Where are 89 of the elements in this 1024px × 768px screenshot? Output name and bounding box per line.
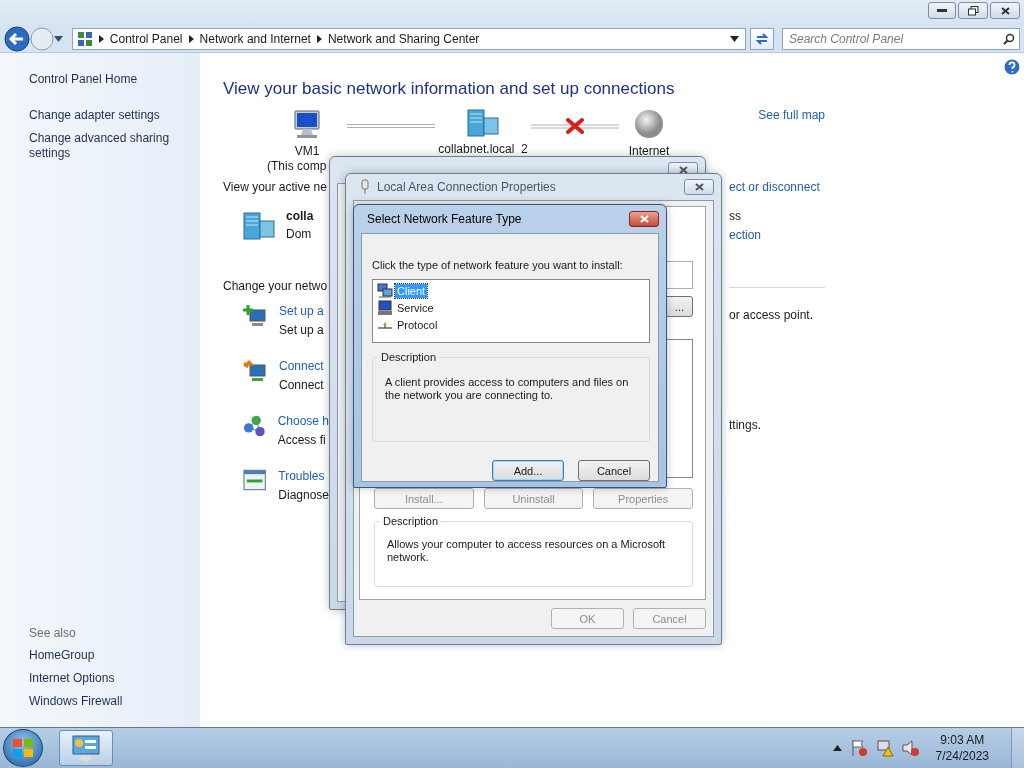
sidebar-link[interactable]: Change adapter settings	[29, 108, 180, 123]
network-node-label: VM1	[294, 144, 320, 159]
taskbar-app-button[interactable]	[59, 730, 113, 766]
dialog-button[interactable]: Cancel	[578, 460, 650, 481]
chevron-icon	[188, 35, 194, 43]
see-also-heading: See also	[29, 626, 77, 640]
sidebar-link[interactable]: Control Panel Home	[29, 72, 180, 87]
show-hidden-icons[interactable]	[832, 745, 842, 751]
network-name: colla	[286, 209, 314, 223]
sidebar-link[interactable]: Windows Firewall	[29, 694, 180, 709]
breadcrumb-item[interactable]: Control Panel	[109, 32, 183, 46]
group-legend: Description	[380, 515, 442, 527]
close-button[interactable]	[629, 211, 659, 227]
close-button[interactable]	[990, 2, 1020, 19]
task-link[interactable]: Connect	[279, 359, 324, 374]
computer-icon	[291, 108, 323, 140]
chevron-icon	[316, 35, 322, 43]
back-button[interactable]	[4, 26, 30, 52]
task-description: Connect	[279, 378, 324, 393]
refresh-button[interactable]	[750, 28, 774, 50]
flag-error-icon[interactable]	[849, 739, 868, 757]
dialog-title: Select Network Feature Type	[367, 212, 522, 226]
task-description: Set up a	[279, 323, 324, 338]
windows-logo-icon	[13, 739, 33, 757]
start-button[interactable]	[3, 729, 43, 767]
instruction-text: Click the type of network feature you want to install:	[372, 258, 624, 273]
client-computers-icon	[377, 283, 393, 299]
server-icon	[466, 108, 500, 138]
computer-arrow-icon	[243, 359, 267, 383]
close-icon	[694, 183, 704, 191]
task-link[interactable]: Set up a	[279, 304, 324, 319]
control-panel-icon	[71, 734, 101, 762]
feature-list-item[interactable]: Protocol	[395, 318, 440, 332]
network-node-label: collabnet.local 2	[438, 142, 528, 157]
task-link[interactable]: Choose h	[277, 414, 329, 429]
page-heading: View your basic network information and set up connections	[223, 79, 676, 99]
network-category: Dom	[286, 227, 313, 242]
dialog-button[interactable]: Add...	[492, 460, 564, 481]
change-settings-heading: Change your netwo	[223, 279, 329, 294]
close-icon	[678, 166, 688, 174]
computer-plus-icon	[243, 304, 267, 328]
active-networks-label: View your active ne	[223, 180, 328, 195]
close-icon	[1000, 6, 1010, 15]
task-description: ttings.	[729, 418, 762, 433]
minimize-button[interactable]	[928, 2, 956, 19]
dropdown-caret-icon[interactable]	[54, 36, 63, 42]
globe-icon	[633, 108, 665, 140]
group-legend: Description	[378, 351, 440, 363]
description-text: A client provides access to computers and files on the network you are connecting to.	[385, 376, 630, 402]
search-icon	[1003, 33, 1015, 45]
clock-date: 7/24/2023	[935, 748, 989, 764]
refresh-icon	[755, 32, 770, 46]
breadcrumb-item[interactable]: Network and Internet	[199, 32, 311, 46]
sidebar-link[interactable]: HomeGroup	[29, 648, 180, 663]
speaker-muted-icon[interactable]	[901, 739, 920, 757]
description-text: Allows your computer to access resources on a Microsoft network.	[387, 538, 667, 564]
feature-list-item[interactable]: Service	[395, 301, 436, 315]
close-button[interactable]	[684, 179, 714, 195]
task-description: Diagnose	[278, 488, 329, 503]
see-full-map-link[interactable]: See full map	[758, 108, 825, 123]
control-panel-icon	[76, 31, 93, 47]
network-warning-icon[interactable]	[875, 739, 894, 757]
connection-link[interactable]: ection	[729, 228, 825, 243]
dropdown-caret-icon[interactable]	[730, 36, 740, 42]
network-spheres-icon	[243, 414, 266, 438]
sidebar-link[interactable]: Internet Options	[29, 671, 180, 686]
domain-network-icon	[242, 210, 276, 241]
troubleshoot-window-icon	[243, 469, 267, 491]
restore-icon	[967, 5, 979, 16]
network-node-label: Internet	[628, 144, 670, 159]
service-computer-icon	[377, 300, 393, 316]
close-icon	[639, 215, 649, 223]
search-field[interactable]: Search Control Panel	[782, 28, 1020, 50]
access-type: ss	[729, 209, 742, 224]
dialog-title: Local Area Connection Properties	[377, 180, 556, 194]
clock-time: 9:03 AM	[940, 732, 985, 748]
network-node-sublabel: (This comp	[267, 159, 327, 174]
sidebar-link[interactable]: Change advanced sharing settings	[29, 131, 180, 161]
task-description: Access fi	[277, 433, 327, 448]
task-description: or access point.	[729, 308, 815, 323]
task-link[interactable]: Troubles	[278, 469, 329, 484]
address-bar[interactable]: Control Panel Network and Internet Network and Sharing Center	[71, 28, 747, 50]
chevron-icon	[98, 35, 104, 43]
network-adapter-icon	[359, 179, 371, 195]
connect-disconnect-link[interactable]: ect or disconnect	[729, 180, 820, 195]
help-icon[interactable]	[1004, 59, 1020, 75]
restore-button[interactable]	[958, 2, 988, 19]
minimize-icon	[937, 8, 947, 13]
breadcrumb-item[interactable]: Network and Sharing Center	[327, 32, 480, 46]
